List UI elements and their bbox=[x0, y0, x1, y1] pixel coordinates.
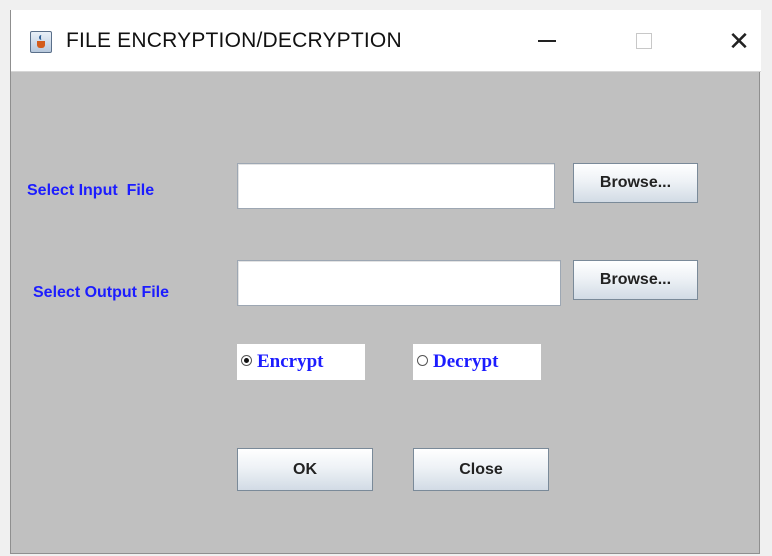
minimize-icon bbox=[538, 40, 556, 42]
maximize-icon bbox=[636, 33, 652, 49]
input-file-field[interactable] bbox=[237, 163, 555, 209]
decrypt-label: Decrypt bbox=[433, 351, 499, 372]
ok-button[interactable]: OK bbox=[237, 448, 373, 491]
decrypt-radio[interactable] bbox=[417, 354, 428, 366]
app-window: FILE ENCRYPTION/DECRYPTION ✕ Select Inpu… bbox=[10, 10, 761, 554]
close-icon: ✕ bbox=[728, 26, 750, 56]
browse-output-button[interactable]: Browse... bbox=[573, 260, 698, 300]
close-window-button[interactable]: ✕ bbox=[717, 22, 761, 60]
encrypt-radio[interactable] bbox=[241, 354, 252, 366]
java-cup-icon bbox=[30, 31, 52, 53]
encrypt-label: Encrypt bbox=[257, 351, 324, 372]
output-file-field[interactable] bbox=[237, 260, 561, 306]
input-file-label: Select Input File bbox=[27, 182, 155, 199]
window-title: FILE ENCRYPTION/DECRYPTION bbox=[66, 29, 402, 52]
minimize-button[interactable] bbox=[525, 22, 569, 60]
encrypt-radio-option[interactable]: Encrypt bbox=[237, 344, 365, 380]
close-button[interactable]: Close bbox=[413, 448, 549, 491]
decrypt-radio-option[interactable]: Decrypt bbox=[413, 344, 541, 380]
maximize-button[interactable] bbox=[622, 22, 666, 60]
browse-input-button[interactable]: Browse... bbox=[573, 163, 698, 203]
title-bar[interactable]: FILE ENCRYPTION/DECRYPTION ✕ bbox=[11, 10, 761, 72]
output-file-label: Select Output File bbox=[33, 284, 170, 301]
